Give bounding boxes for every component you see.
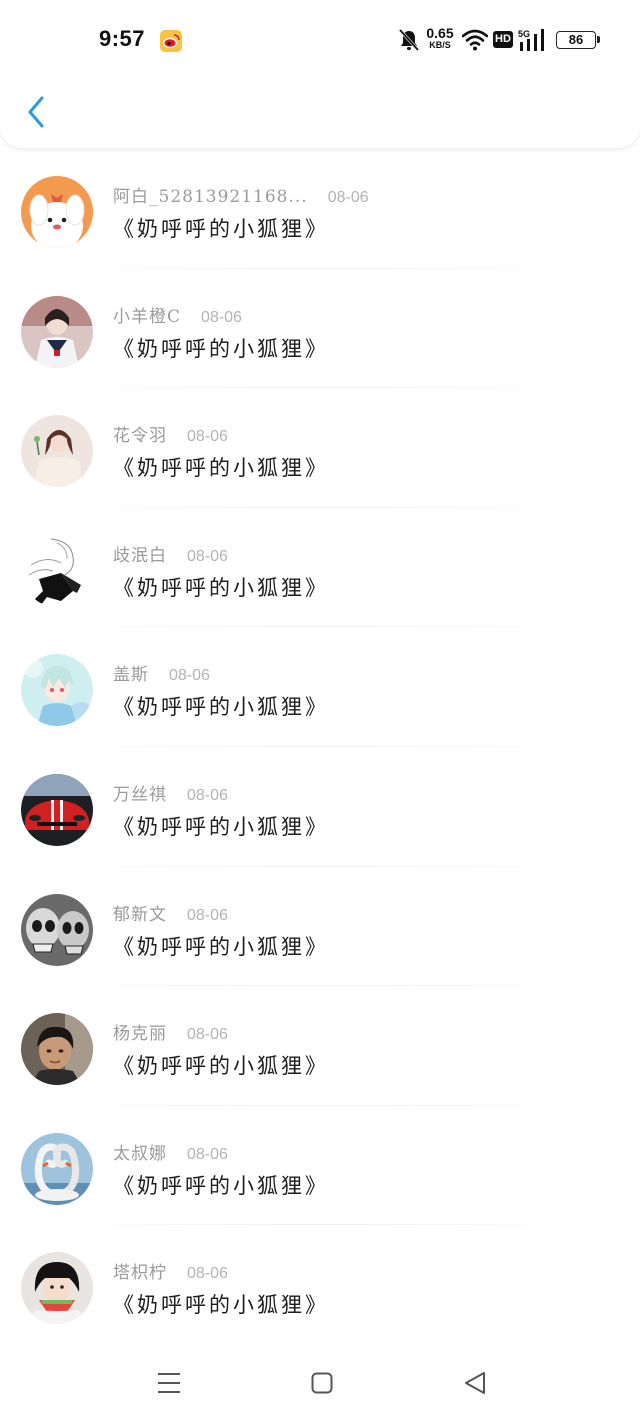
username[interactable]: 杨克丽: [113, 1019, 167, 1044]
comment-meta: 杨克丽 08-06: [113, 1019, 228, 1044]
comment-text[interactable]: 《奶呼呼的小狐狸》: [113, 572, 329, 602]
list-item[interactable]: 花令羽 08-06 《奶呼呼的小狐狸》: [0, 388, 640, 508]
comment-date: 08-06: [187, 1265, 228, 1283]
comment-text[interactable]: 《奶呼呼的小狐狸》: [113, 1289, 329, 1319]
chevron-left-icon: [28, 96, 44, 128]
status-bar: 9:57 0.65 KB/S HD 5G 86: [0, 0, 640, 80]
comment-date: 08-06: [201, 308, 242, 326]
username[interactable]: 阿白_52813921168...: [113, 182, 308, 207]
comment-text[interactable]: 《奶呼呼的小狐狸》: [113, 691, 329, 721]
avatar[interactable]: [21, 534, 93, 607]
comment-list: 阿白_52813921168... 08-06 《奶呼呼的小狐狸》 小羊橙C 0…: [0, 149, 640, 1345]
username[interactable]: 太叔娜: [113, 1139, 167, 1164]
list-item[interactable]: 万丝祺 08-06 《奶呼呼的小狐狸》: [0, 747, 640, 867]
signal-5g-icon: 5G: [518, 29, 544, 51]
comment-text[interactable]: 《奶呼呼的小狐狸》: [113, 811, 329, 841]
comment-text[interactable]: 《奶呼呼的小狐狸》: [113, 931, 329, 961]
avatar[interactable]: [21, 295, 93, 368]
system-nav-bar: [0, 1348, 640, 1422]
avatar[interactable]: [21, 1252, 93, 1325]
comment-text[interactable]: 《奶呼呼的小狐狸》: [113, 452, 329, 482]
list-item[interactable]: 阿白_52813921168... 08-06 《奶呼呼的小狐狸》: [0, 149, 640, 269]
svg-text:5G: 5G: [518, 29, 530, 39]
comment-date: 08-06: [327, 189, 369, 206]
comment-date: 08-06: [187, 1145, 228, 1163]
comment-text[interactable]: 《奶呼呼的小狐狸》: [113, 1170, 329, 1200]
username[interactable]: 花令羽: [113, 421, 167, 446]
avatar[interactable]: [21, 773, 93, 846]
menu-icon: [158, 1373, 180, 1393]
comment-date: 08-06: [187, 1026, 228, 1044]
weibo-notification-icon: [160, 30, 182, 52]
comment-text[interactable]: 《奶呼呼的小狐狸》: [113, 213, 329, 243]
back-triangle-icon: [465, 1372, 485, 1394]
username[interactable]: 万丝祺: [113, 780, 167, 805]
hd-voice-icon: HD: [493, 31, 513, 48]
list-item[interactable]: 小羊橙C 08-06 《奶呼呼的小狐狸》: [0, 269, 640, 389]
comment-meta: 太叔娜 08-06: [113, 1139, 228, 1164]
username[interactable]: 郁新文: [113, 900, 167, 925]
comment-meta: 塔枳柠 08-06: [113, 1258, 228, 1283]
back-button[interactable]: [18, 92, 54, 132]
comment-meta: 阿白_52813921168... 08-06: [113, 182, 369, 207]
username[interactable]: 歧泯白: [113, 541, 167, 566]
battery-indicator: 86: [556, 31, 600, 49]
comment-meta: 万丝祺 08-06: [113, 780, 228, 805]
screen: 9:57 0.65 KB/S HD 5G 86 阿白_52813921168..…: [0, 0, 640, 1422]
network-speed-value: 0.65: [426, 25, 454, 41]
comment-meta: 盖斯 08-06: [113, 660, 210, 685]
home-square-icon: [311, 1372, 333, 1394]
nav-menu-button[interactable]: [149, 1368, 189, 1398]
username[interactable]: 小羊橙C: [113, 302, 181, 327]
comment-date: 08-06: [169, 667, 210, 685]
list-item[interactable]: 歧泯白 08-06 《奶呼呼的小狐狸》: [0, 508, 640, 628]
list-item[interactable]: 塔枳柠 08-06 《奶呼呼的小狐狸》: [0, 1225, 640, 1345]
comment-date: 08-06: [187, 786, 228, 804]
bell-muted-icon: [398, 28, 420, 52]
comment-meta: 郁新文 08-06: [113, 900, 228, 925]
nav-back-button[interactable]: [455, 1368, 495, 1398]
list-item[interactable]: 杨克丽 08-06 《奶呼呼的小狐狸》: [0, 986, 640, 1106]
comment-text[interactable]: 《奶呼呼的小狐狸》: [113, 333, 329, 363]
comment-text[interactable]: 《奶呼呼的小狐狸》: [113, 1050, 329, 1080]
comment-date: 08-06: [187, 428, 228, 446]
avatar[interactable]: [21, 654, 93, 727]
avatar[interactable]: [21, 176, 93, 248]
comment-meta: 小羊橙C 08-06: [113, 302, 242, 327]
list-item[interactable]: 盖斯 08-06 《奶呼呼的小狐狸》: [0, 627, 640, 747]
avatar[interactable]: [21, 415, 93, 488]
username[interactable]: 塔枳柠: [113, 1258, 167, 1283]
list-item[interactable]: 郁新文 08-06 《奶呼呼的小狐狸》: [0, 867, 640, 987]
network-speed: 0.65 KB/S: [423, 26, 457, 50]
comment-date: 08-06: [187, 906, 228, 924]
comment-meta: 花令羽 08-06: [113, 421, 228, 446]
username[interactable]: 盖斯: [113, 660, 149, 685]
avatar[interactable]: [21, 893, 93, 966]
comment-date: 08-06: [187, 547, 228, 565]
wifi-icon: [462, 29, 488, 51]
avatar[interactable]: [21, 1013, 93, 1086]
list-item[interactable]: 太叔娜 08-06 《奶呼呼的小狐狸》: [0, 1106, 640, 1226]
status-time: 9:57: [99, 26, 146, 51]
comment-meta: 歧泯白 08-06: [113, 541, 228, 566]
avatar[interactable]: [21, 1132, 93, 1205]
network-speed-unit: KB/S: [429, 40, 451, 50]
top-header: [0, 80, 640, 148]
nav-home-button[interactable]: [302, 1368, 342, 1398]
